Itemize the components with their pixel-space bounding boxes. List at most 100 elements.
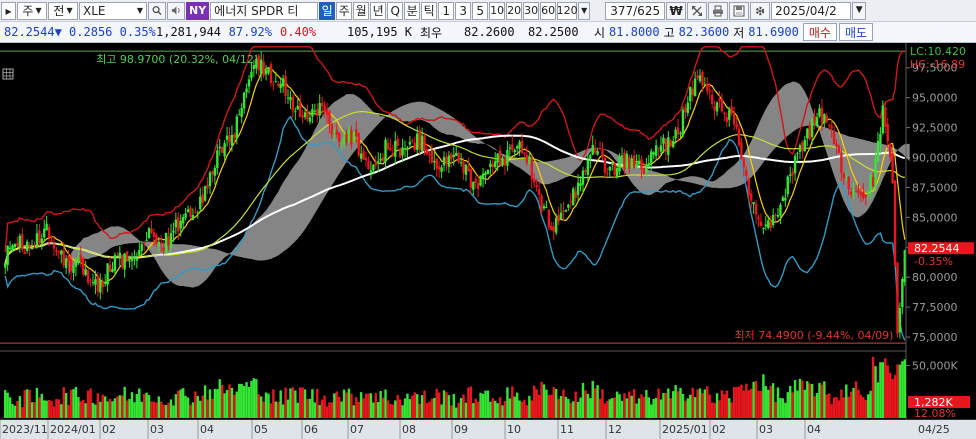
candle-body <box>494 161 497 167</box>
lc-label: LC:10.420 <box>910 45 966 58</box>
calendar-dropdown-icon[interactable]: ▼ <box>852 1 867 20</box>
candle-body <box>420 135 424 152</box>
period-tab[interactable]: 10 <box>489 1 506 20</box>
volume-bar <box>164 405 168 418</box>
candle-body <box>472 181 475 190</box>
current-price: 82.2544 <box>4 25 55 39</box>
volume-bar <box>43 400 46 418</box>
grid-icon-lines <box>3 69 13 79</box>
period-tab[interactable]: Q <box>387 1 404 20</box>
period-tab[interactable]: 틱 <box>421 1 438 20</box>
symbol-input[interactable]: XLE ▼ <box>79 1 147 20</box>
candle-body <box>79 255 82 261</box>
candle-body <box>462 161 465 174</box>
candle-body <box>21 234 24 250</box>
candle-body <box>279 83 282 89</box>
volume-bar <box>725 390 729 418</box>
print-icon[interactable] <box>708 1 729 20</box>
candle-body <box>637 160 641 165</box>
sell-button[interactable]: 매도 <box>838 23 874 41</box>
candle-body <box>779 204 782 216</box>
volume-bar <box>82 399 85 418</box>
volume-bar <box>379 391 382 418</box>
volume-bar <box>389 403 392 418</box>
candle-body <box>837 145 841 153</box>
high-label: 고 <box>663 25 675 40</box>
volume-bar <box>338 396 341 418</box>
market-select[interactable]: 주 ▼ <box>17 1 47 20</box>
period-tab[interactable]: 60 <box>540 1 557 20</box>
volume-bar <box>335 391 338 418</box>
buy-button[interactable]: 매수 <box>802 23 837 41</box>
low-label: 저 <box>733 25 745 40</box>
low-annotation: 최저 74.4900 (-9.44%, 04/09) <box>735 329 894 342</box>
period-tab[interactable]: 년 <box>370 1 387 20</box>
period-tab[interactable]: 분 <box>404 1 421 20</box>
candle-body <box>876 140 880 162</box>
volume-bar <box>732 387 736 418</box>
candle-body <box>601 149 604 158</box>
period-tab[interactable]: 주 <box>336 1 353 20</box>
period-tab[interactable]: 3 <box>455 1 472 20</box>
volume-bar <box>203 385 207 418</box>
volume-bar <box>693 397 697 418</box>
arrows-icon[interactable] <box>687 1 708 20</box>
gear-icon[interactable] <box>750 1 771 20</box>
menu-arrow-icon[interactable]: ▸ <box>1 1 16 20</box>
candle-body <box>172 230 175 233</box>
candle-body <box>121 254 124 268</box>
candle-body <box>757 217 760 220</box>
candle-body <box>518 141 521 149</box>
change-pct: 0.35% <box>119 25 156 39</box>
volume-bar <box>767 389 770 418</box>
volume-bar <box>879 362 882 418</box>
volume-bar <box>820 384 824 418</box>
volume-bar <box>508 398 512 418</box>
volume-bar <box>871 356 875 418</box>
volume-bar <box>359 392 363 418</box>
period-dropdown-icon[interactable]: ▼ <box>578 1 591 20</box>
x-tick-label: 2025/01 <box>662 423 708 436</box>
type-select[interactable]: 전 ▼ <box>48 1 78 20</box>
volume-bar <box>791 392 794 418</box>
volume-bar <box>552 386 555 418</box>
volume-bar <box>272 389 275 418</box>
period-tab[interactable]: 월 <box>353 1 370 20</box>
volume-bar <box>242 385 246 418</box>
candle-body <box>771 215 775 226</box>
candle-body <box>206 184 209 189</box>
x-tick-label: 2023/11 <box>2 423 48 436</box>
candle-body <box>359 153 363 159</box>
candle-body <box>535 184 538 188</box>
volume-bar <box>698 388 702 418</box>
won-icon[interactable]: ₩ <box>666 1 687 20</box>
candle-body <box>364 157 368 161</box>
volume-bar <box>640 394 643 418</box>
volume-bar <box>450 405 453 418</box>
volume-bar <box>484 390 487 418</box>
candle-body <box>289 97 292 101</box>
candle-body <box>203 186 207 201</box>
save-icon[interactable] <box>729 1 750 20</box>
candle-body <box>706 83 709 91</box>
period-tab[interactable]: 30 <box>523 1 540 20</box>
period-tab[interactable]: 120 <box>557 1 578 20</box>
search-icon[interactable] <box>148 1 166 20</box>
volume-bar <box>708 394 711 418</box>
date-field[interactable]: 2025/04/2 <box>771 1 852 20</box>
volume-bar <box>442 390 446 418</box>
period-tab[interactable]: 일 <box>319 1 336 20</box>
candle-body <box>881 105 885 134</box>
period-tab[interactable]: 5 <box>472 1 489 20</box>
candle-body <box>99 280 102 293</box>
speaker-icon[interactable] <box>167 1 185 20</box>
candle-body <box>186 209 190 212</box>
volume-bar <box>579 397 582 418</box>
period-tab[interactable]: 20 <box>506 1 523 20</box>
period-tab[interactable]: 1 <box>438 1 455 20</box>
candle-body <box>486 169 490 174</box>
volume-bar <box>323 395 326 418</box>
candle-body <box>589 155 592 159</box>
price-chart[interactable]: 97,500095,000092,500090,000087,500085,00… <box>0 43 976 439</box>
candle-body <box>423 136 426 152</box>
